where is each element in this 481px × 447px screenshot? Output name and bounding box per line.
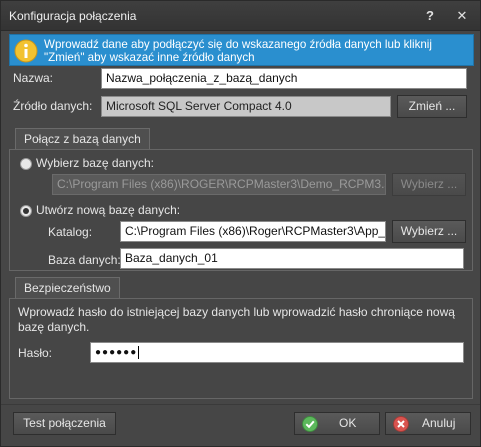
choose-existing-button[interactable]: Wybierz ... [392,173,466,196]
source-field: Microsoft SQL Server Compact 4.0 [101,96,391,117]
text-cursor [138,345,140,359]
password-field[interactable]: ●●●●●● [90,342,464,363]
tab-security[interactable]: Bezpieczeństwo [15,277,120,299]
change-source-button[interactable]: Zmień ... [397,95,467,118]
cancel-button[interactable]: Anuluj [385,412,471,435]
checkmark-icon [302,416,318,432]
db-name-field[interactable]: Baza_danych_01 [120,248,464,269]
password-label: Hasło: [18,346,53,360]
choose-catalog-button[interactable]: Wybierz ... [392,220,466,243]
database-group: Wybierz bazę danych: C:\Program Files (x… [9,149,473,271]
source-label: Źródło danych: [13,99,93,113]
create-new-label: Utwórz nową bazę danych: [36,203,181,217]
ok-label: OK [339,416,357,430]
info-message: Wprowadź dane aby podłączyć się do wskaz… [44,38,432,64]
title-bar: Konfiguracja połączenia ? ✕ [1,1,480,31]
help-button[interactable]: ? [421,7,439,25]
info-icon [14,39,38,63]
password-mask: ●●●●●● [95,347,138,358]
close-button[interactable]: ✕ [453,7,471,25]
ok-button[interactable]: OK [294,412,380,435]
existing-db-path-field[interactable]: C:\Program Files (x86)\ROGER\RCPMaster3\… [52,174,386,195]
info-banner: Wprowadź dane aby podłączyć się do wskaz… [9,34,474,66]
test-connection-button[interactable]: Test połączenia [13,412,116,435]
window-title: Konfiguracja połączenia [9,9,137,23]
choose-existing-radio[interactable] [20,158,32,170]
name-field[interactable]: Nazwa_połączenia_z_bazą_danych [101,68,467,89]
footer-separator [1,404,480,405]
create-new-radio[interactable] [20,205,32,217]
connection-config-dialog: Konfiguracja połączenia ? ✕ Wprowadź dan… [0,0,481,447]
choose-existing-label: Wybierz bazę danych: [36,156,154,170]
security-group: Wprowadź hasło do istniejącej bazy danyc… [9,298,473,399]
cancel-icon [393,416,409,432]
name-label: Nazwa: [13,71,54,85]
catalog-field[interactable]: C:\Program Files (x86)\Roger\RCPMaster3\… [120,221,386,242]
catalog-label: Katalog: [48,225,93,239]
security-description: Wprowadź hasło do istniejącej bazy danyc… [18,305,455,334]
cancel-label: Anuluj [422,416,456,430]
tab-connect-database[interactable]: Połącz z bazą danych [15,128,150,150]
db-name-label: Baza danych: [48,253,121,267]
